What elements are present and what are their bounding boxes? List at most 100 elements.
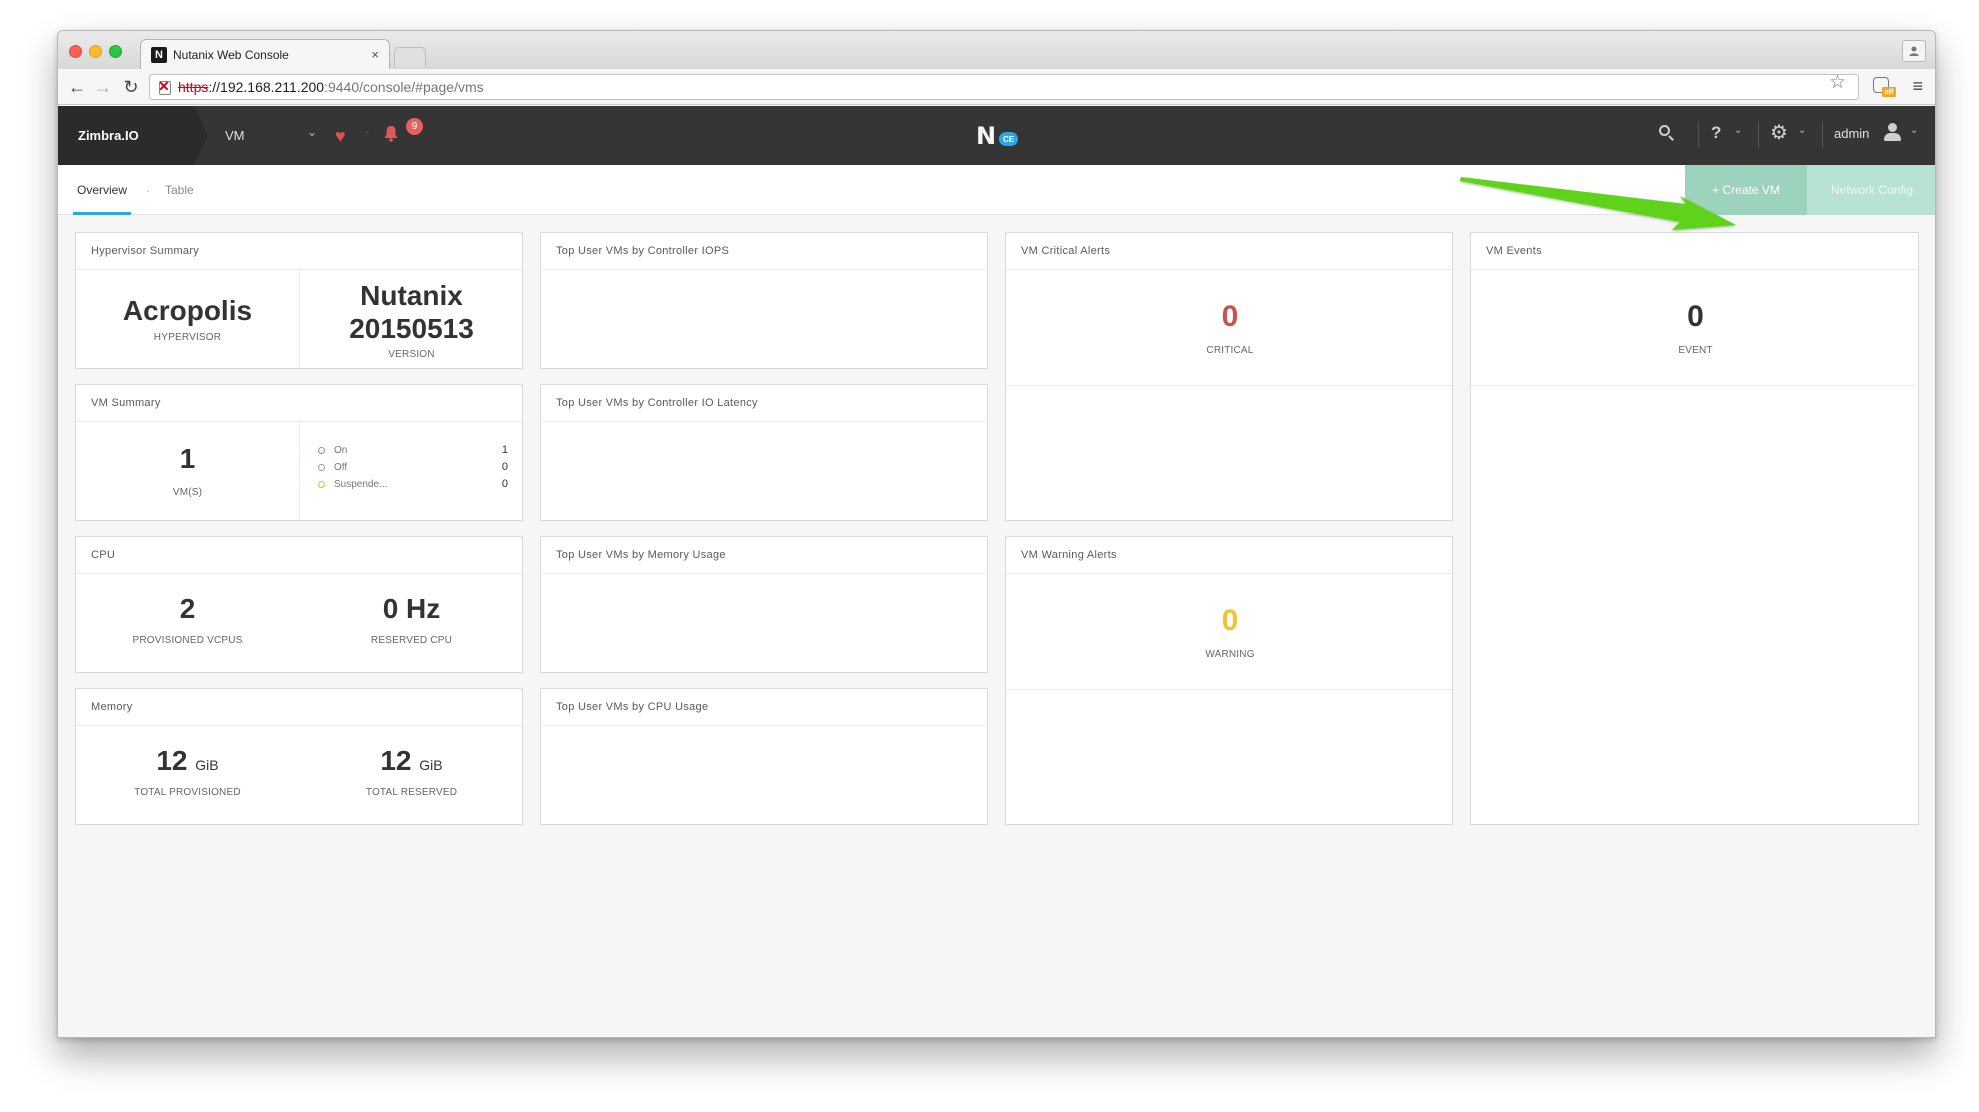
tab-table[interactable]: Table	[165, 165, 194, 215]
total-provisioned-label: TOTAL PROVISIONED	[134, 787, 241, 798]
card-title: VM Summary	[76, 385, 522, 422]
total-reserved-label: TOTAL RESERVED	[365, 787, 458, 798]
legend-label: Suspende...	[334, 478, 388, 490]
gear-icon[interactable]: ⚙	[1770, 120, 1788, 145]
total-provisioned-value: 12	[156, 745, 188, 776]
back-icon[interactable]: ←	[66, 76, 88, 98]
cpu-card: CPU 2 PROVISIONED VCPUS 0 Hz RESERVED CP…	[75, 536, 523, 673]
legend-value: 0	[501, 478, 508, 490]
tab-title: Nutanix Web Console	[173, 47, 289, 62]
top-vms-cpu-card: Top User VMs by CPU Usage	[540, 688, 988, 825]
status-suspended-icon	[318, 480, 325, 488]
user-name[interactable]: admin	[1834, 126, 1869, 141]
event-label: EVENT	[1678, 345, 1713, 356]
reload-icon[interactable]: ↻	[120, 76, 142, 98]
browser-window: N Nutanix Web Console × ← → ↻ https ://1…	[57, 30, 1936, 1038]
browser-titlebar: N Nutanix Web Console ×	[58, 31, 1935, 69]
vm-count: 1	[179, 443, 196, 474]
new-tab-button[interactable]	[394, 47, 426, 67]
reserved-cpu-value: 0 Hz	[382, 593, 441, 624]
legend-on: On 1	[318, 442, 508, 458]
card-title: Top User VMs by Controller IOPS	[541, 233, 987, 270]
tab-close-icon[interactable]: ×	[371, 47, 379, 62]
provisioned-vcpus-value: 2	[179, 593, 196, 624]
cluster-name[interactable]: Zimbra.IO	[58, 106, 208, 165]
vm-critical-alerts-card: VM Critical Alerts 0 CRITICAL	[1005, 232, 1453, 521]
warning-count[interactable]: 0	[1006, 604, 1454, 639]
search-icon[interactable]	[1658, 124, 1678, 144]
critical-count[interactable]: 0	[1006, 300, 1454, 335]
nutanix-logo[interactable]: N CE	[976, 122, 1022, 150]
memory-card: Memory 12 GiB TOTAL PROVISIONED 12 GiB T…	[75, 688, 523, 825]
insecure-lock-icon[interactable]	[156, 78, 172, 95]
legend-label: Off	[334, 461, 348, 473]
health-heart-icon[interactable]: ♥	[335, 126, 346, 147]
legend-value: 1	[501, 444, 508, 456]
status-off-icon	[318, 463, 325, 471]
alert-count-badge: 9	[406, 118, 423, 135]
extension-icon[interactable]: off	[1873, 76, 1896, 98]
chevron-down-icon[interactable]: ⌄	[1734, 125, 1742, 136]
nutanix-n-icon: N	[976, 122, 996, 150]
reserved-cpu-label: RESERVED CPU	[370, 635, 453, 646]
card-title: Top User VMs by Memory Usage	[541, 537, 987, 574]
browser-tab[interactable]: N Nutanix Web Console ×	[140, 39, 390, 69]
card-title: CPU	[76, 537, 522, 574]
entity-dropdown[interactable]: VM ⌄	[211, 106, 325, 165]
tab-overview[interactable]: Overview	[72, 165, 132, 215]
close-window-button[interactable]	[69, 45, 82, 58]
help-icon[interactable]: ?	[1711, 123, 1721, 143]
warning-label: WARNING	[1205, 649, 1255, 660]
minimize-window-button[interactable]	[89, 45, 102, 58]
total-reserved-unit: GiB	[419, 757, 443, 773]
legend-value: 0	[501, 461, 508, 473]
zoom-window-button[interactable]	[109, 45, 122, 58]
version-line1: Nutanix	[360, 280, 463, 311]
vm-events-card: VM Events 0 EVENT	[1470, 232, 1919, 825]
card-title: VM Critical Alerts	[1006, 233, 1452, 270]
tab-separator: ·	[147, 186, 151, 197]
top-vms-iops-card: Top User VMs by Controller IOPS	[540, 232, 988, 369]
legend-label: On	[334, 444, 348, 456]
card-title: Hypervisor Summary	[76, 233, 522, 270]
address-bar[interactable]: https ://192.168.211.200 :9440/console/#…	[149, 74, 1859, 100]
browser-menu-icon[interactable]: ≡	[1912, 76, 1923, 97]
hypervisor-value: Acropolis	[122, 295, 253, 326]
version-line2: 20150513	[349, 313, 474, 344]
browser-toolbar: ← → ↻ https ://192.168.211.200 :9440/con…	[58, 69, 1935, 105]
legend-off: Off 0	[318, 459, 508, 475]
hypervisor-summary-card: Hypervisor Summary Acropolis HYPERVISOR …	[75, 232, 523, 369]
card-title: Top User VMs by Controller IO Latency	[541, 385, 987, 422]
network-config-button[interactable]: Network Config	[1807, 165, 1935, 215]
alerts-bell-icon[interactable]	[383, 125, 399, 147]
vm-summary-card: VM Summary 1 VM(S) On 1 Off 0 Suspende..…	[75, 384, 523, 521]
status-on-icon	[318, 446, 325, 454]
profile-icon[interactable]	[1902, 40, 1926, 62]
total-reserved-value: 12	[380, 745, 412, 776]
card-title: Top User VMs by CPU Usage	[541, 689, 987, 726]
provisioned-vcpus-label: PROVISIONED VCPUS	[132, 635, 243, 646]
header-separator: ·	[366, 127, 370, 138]
forward-icon[interactable]: →	[92, 76, 114, 98]
url-path: :9440/console/#page/vms	[324, 79, 484, 95]
nutanix-favicon-icon: N	[151, 46, 167, 63]
top-vms-memory-card: Top User VMs by Memory Usage	[540, 536, 988, 673]
critical-label: CRITICAL	[1206, 345, 1254, 356]
bookmark-star-icon[interactable]: ☆	[1829, 71, 1846, 94]
total-reserved: 12 GiB	[299, 745, 524, 777]
user-avatar-icon[interactable]	[1884, 123, 1902, 143]
legend-suspended: Suspende... 0	[318, 476, 508, 492]
chevron-down-icon[interactable]: ⌄	[1798, 125, 1806, 136]
event-count[interactable]: 0	[1471, 300, 1920, 335]
entity-label: VM	[225, 128, 245, 143]
url-protocol: https	[178, 79, 209, 95]
annotation-arrow	[1460, 177, 1736, 230]
chevron-down-icon[interactable]: ⌄	[1910, 125, 1918, 136]
chevron-down-icon: ⌄	[306, 125, 317, 139]
total-provisioned-unit: GiB	[195, 757, 219, 773]
app-header: Zimbra.IO VM ⌄ ♥ · 9 N CE ? ⌄ ⚙ ⌄ admin …	[58, 106, 1935, 165]
ce-badge: CE	[999, 132, 1018, 146]
card-title: Memory	[76, 689, 522, 726]
header-divider	[1758, 122, 1759, 148]
url-host: ://192.168.211.200	[208, 79, 325, 95]
